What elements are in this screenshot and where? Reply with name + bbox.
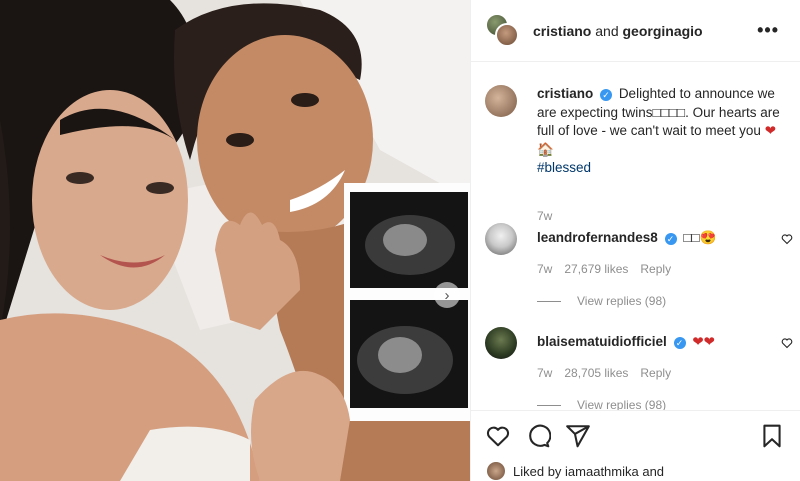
comments-scroll-area[interactable]: cristiano ✓ Delighted to announce we are… — [471, 63, 800, 410]
divider — [537, 404, 561, 406]
action-bar — [471, 410, 800, 460]
heart-outline-icon — [781, 338, 793, 349]
like-button[interactable] — [485, 423, 511, 449]
caption-timestamp[interactable]: 7w — [537, 209, 552, 223]
collab-avatars[interactable] — [485, 12, 521, 49]
avatar[interactable] — [485, 327, 517, 359]
red-heart-emoji: ❤ — [764, 123, 777, 138]
comment-meta: 7w 27,679 likes Reply — [537, 262, 671, 276]
share-button[interactable] — [565, 423, 591, 449]
couple-photo-illustration — [0, 0, 470, 481]
liked-by-text[interactable]: Liked by iamaathmika and — [513, 464, 664, 479]
comment-line: blaisematuidiofficiel ✓ ❤❤ — [537, 334, 715, 350]
comment-like-button[interactable] — [781, 233, 793, 248]
caption-text-block: cristiano ✓ Delighted to announce we are… — [537, 85, 787, 178]
divider — [537, 300, 561, 302]
avatar[interactable] — [495, 22, 519, 47]
hashtag-link[interactable]: #blessed — [537, 160, 591, 175]
comment-likes[interactable]: 27,679 likes — [564, 262, 628, 276]
comment-like-button[interactable] — [781, 337, 793, 352]
instagram-post: › cristiano and georginagio ••• cristian… — [0, 0, 800, 481]
ellipsis-icon: ••• — [757, 20, 779, 40]
verified-badge-icon: ✓ — [664, 233, 677, 245]
view-replies-label: View replies (98) — [577, 294, 667, 308]
view-replies-button[interactable]: View replies (98) — [537, 294, 666, 308]
avatar[interactable] — [487, 462, 505, 480]
carousel-next-button[interactable]: › — [434, 282, 460, 308]
comment-likes[interactable]: 28,705 likes — [564, 366, 628, 380]
comment-username[interactable]: blaisematuidiofficiel — [537, 334, 667, 349]
comment-item: leandrofernandes8 ✓ □□😍 7w 27,679 likes … — [485, 223, 795, 313]
heart-icon — [486, 426, 510, 447]
caption-username[interactable]: cristiano — [537, 86, 593, 101]
comment-line: leandrofernandes8 ✓ □□😍 — [537, 230, 716, 246]
verified-badge-icon: ✓ — [673, 337, 686, 349]
comment-button[interactable] — [525, 423, 552, 449]
save-button[interactable] — [759, 423, 785, 449]
comment-time[interactable]: 7w — [537, 366, 552, 380]
verified-badge-icon: ✓ — [600, 89, 613, 101]
username-link[interactable]: georginagio — [623, 23, 703, 39]
chevron-right-icon: › — [444, 286, 450, 304]
comment-username[interactable]: leandrofernandes8 — [537, 230, 658, 245]
post-side-panel: cristiano and georginagio ••• cristiano … — [470, 0, 800, 481]
comment-text: ❤❤ — [692, 334, 715, 349]
comment-item: blaisematuidiofficiel ✓ ❤❤ 7w 28,705 lik… — [485, 327, 795, 410]
comment-icon — [529, 424, 552, 448]
comment-time[interactable]: 7w — [537, 262, 552, 276]
view-replies-button[interactable]: View replies (98) — [537, 398, 666, 410]
username-link[interactable]: cristiano — [533, 23, 591, 39]
heart-outline-icon — [781, 234, 793, 245]
share-icon — [566, 425, 590, 448]
reply-button[interactable]: Reply — [640, 262, 671, 276]
avatar[interactable] — [485, 223, 517, 255]
connector-text: and — [595, 22, 619, 39]
post-header: cristiano and georginagio ••• — [471, 0, 800, 62]
comment-text: □□😍 — [683, 230, 717, 245]
likes-summary: Liked by iamaathmika and — [487, 462, 664, 480]
view-replies-label: View replies (98) — [577, 398, 667, 410]
more-options-button[interactable]: ••• — [757, 20, 779, 41]
collab-names: cristiano and georginagio — [533, 23, 703, 39]
post-photo[interactable]: › — [0, 0, 470, 481]
avatar[interactable] — [485, 85, 517, 117]
comment-meta: 7w 28,705 likes Reply — [537, 366, 671, 380]
house-emoji: 🏠 — [537, 141, 554, 157]
reply-button[interactable]: Reply — [640, 366, 671, 380]
bookmark-icon — [763, 424, 781, 448]
